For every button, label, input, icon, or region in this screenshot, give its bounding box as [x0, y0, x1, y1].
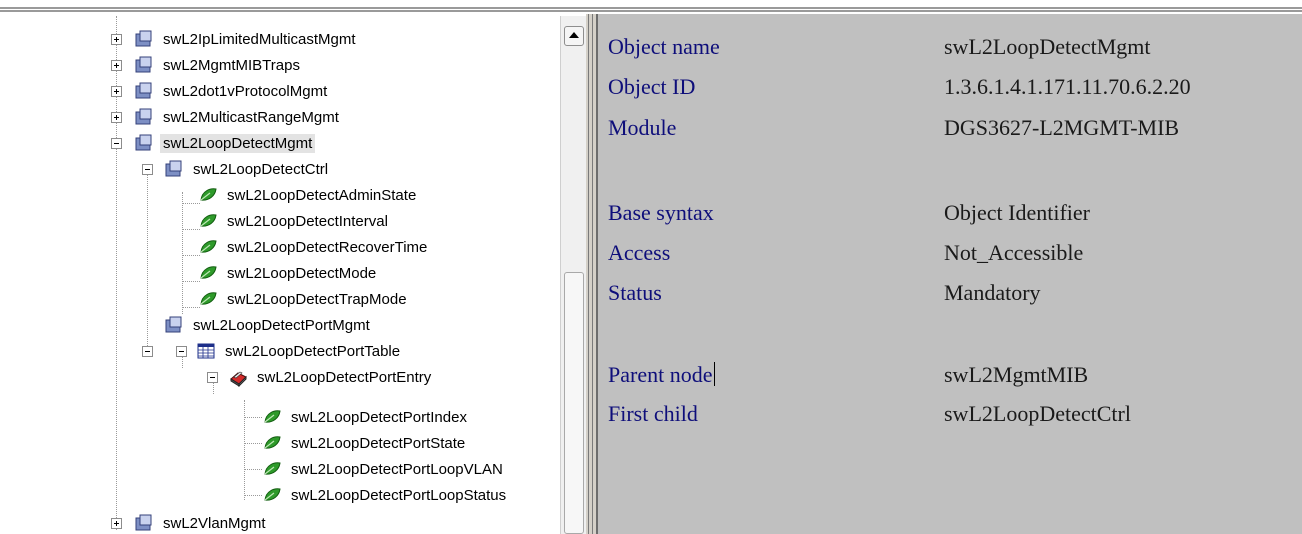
tree-leaf[interactable]: swL2LoopDetectPortLoopStatus: [262, 482, 509, 508]
tree-node[interactable]: swL2MgmtMIBTraps: [134, 52, 303, 78]
tree-node-label: swL2dot1vProtocolMgmt: [163, 82, 328, 100]
object-id-value: 1.3.6.1.4.1.171.11.70.6.2.20: [944, 74, 1191, 99]
tree-leaf[interactable]: swL2LoopDetectMode: [198, 260, 379, 286]
table-icon: [197, 343, 215, 359]
tree-guide-line: [182, 192, 183, 314]
status-value: Mandatory: [944, 280, 1041, 305]
tree-node[interactable]: swL2MulticastRangeMgmt: [134, 104, 342, 130]
access-value: Not_Accessible: [944, 240, 1084, 265]
leaf-icon: [200, 292, 217, 305]
folder-node-icon: [135, 108, 152, 125]
parent-node-row: Parent node: [608, 362, 716, 388]
tree-node-label: swL2LoopDetectAdminState: [227, 186, 417, 204]
object-properties-pane: Object name swL2LoopDetectMgmt Object ID…: [596, 14, 1302, 534]
expand-toggle[interactable]: [111, 34, 122, 45]
tree-leaf[interactable]: swL2LoopDetectRecoverTime: [198, 234, 430, 260]
collapse-toggle[interactable]: [142, 164, 153, 175]
tree-leaf[interactable]: swL2LoopDetectPortState: [262, 430, 468, 456]
leaf-icon: [200, 240, 217, 253]
tree-leaf[interactable]: swL2LoopDetectTrapMode: [198, 286, 410, 312]
tree-node-label: swL2LoopDetectMode: [227, 264, 377, 282]
top-splitter-bar: [0, 0, 1302, 14]
tree-guide-line: [147, 166, 148, 350]
folder-node-icon: [135, 514, 152, 531]
access-label: Access: [608, 240, 671, 265]
folder-node-icon: [135, 30, 152, 47]
expand-toggle[interactable]: [111, 60, 122, 71]
leaf-icon: [264, 462, 281, 475]
tree-node-label: swL2LoopDetectPortLoopStatus: [291, 486, 507, 504]
collapse-toggle[interactable]: [111, 138, 122, 149]
scroll-up-button[interactable]: [564, 26, 584, 46]
tree-guide-line: [244, 400, 245, 500]
tree-guide-line: [244, 443, 262, 444]
leaf-icon: [200, 214, 217, 227]
collapse-toggle[interactable]: [142, 346, 153, 357]
tree-node[interactable]: swL2VlanMgmt: [134, 510, 269, 534]
expand-toggle[interactable]: [111, 518, 122, 529]
tree-leaf[interactable]: swL2LoopDetectInterval: [198, 208, 391, 234]
tree-guide-line: [244, 495, 262, 496]
tree-node-label: swL2LoopDetectPortLoopVLAN: [291, 460, 503, 478]
tree-guide-line: [244, 469, 262, 470]
tree-leaf[interactable]: swL2LoopDetectPortLoopVLAN: [262, 456, 506, 482]
folder-node-icon: [165, 160, 182, 177]
tree-node-label: swL2LoopDetectCtrl: [193, 160, 329, 178]
object-name-value: swL2LoopDetectMgmt: [944, 34, 1151, 59]
parent-node-label: Parent node: [608, 362, 713, 387]
tree-node[interactable]: swL2LoopDetectPortMgmt: [164, 312, 373, 338]
tree-node-label: swL2LoopDetectRecoverTime: [227, 238, 428, 256]
tree-node-label: swL2LoopDetectPortTable: [225, 342, 401, 360]
base-syntax-label: Base syntax: [608, 200, 714, 225]
tree-node-label: swL2LoopDetectPortMgmt: [193, 316, 370, 334]
tree-node[interactable]: swL2LoopDetectPortTable: [196, 338, 403, 364]
pane-splitter[interactable]: [586, 14, 596, 534]
tree-node-label: swL2MulticastRangeMgmt: [163, 108, 339, 126]
base-syntax-value: Object Identifier: [944, 200, 1090, 225]
tree-node[interactable]: swL2IpLimitedMulticastMgmt: [134, 26, 359, 52]
entry-icon: [230, 371, 247, 387]
tree-node-label: swL2LoopDetectPortEntry: [257, 368, 432, 386]
folder-node-icon: [135, 134, 152, 151]
leaf-icon: [264, 436, 281, 449]
expand-toggle[interactable]: [111, 112, 122, 123]
text-cursor: [714, 362, 716, 386]
scrollbar-thumb[interactable]: [564, 272, 584, 534]
tree-node-label: swL2VlanMgmt: [163, 514, 266, 532]
tree-node-label: swL2LoopDetectTrapMode: [227, 290, 407, 308]
collapse-toggle[interactable]: [176, 346, 187, 357]
leaf-icon: [200, 266, 217, 279]
tree-scrollbar[interactable]: [560, 16, 586, 534]
collapse-toggle[interactable]: [207, 372, 218, 383]
tree-node[interactable]: swL2dot1vProtocolMgmt: [134, 78, 330, 104]
tree-node[interactable]: swL2LoopDetectCtrl: [164, 156, 331, 182]
first-child-value: swL2LoopDetectCtrl: [944, 401, 1131, 426]
tree-node-label: swL2IpLimitedMulticastMgmt: [163, 30, 356, 48]
parent-node-value: swL2MgmtMIB: [944, 362, 1089, 387]
tree-node-label: swL2LoopDetectPortIndex: [291, 408, 467, 426]
tree-node-label: swL2LoopDetectPortState: [291, 434, 466, 452]
object-id-label: Object ID: [608, 74, 696, 99]
tree-node-label: swL2LoopDetectInterval: [227, 212, 388, 230]
tree-node[interactable]: swL2LoopDetectPortEntry: [228, 364, 434, 390]
module-label: Module: [608, 115, 677, 140]
folder-node-icon: [135, 56, 152, 73]
tree-guide-line: [244, 417, 262, 418]
first-child-label: First child: [608, 401, 698, 426]
status-label: Status: [608, 280, 662, 305]
leaf-icon: [200, 188, 217, 201]
object-name-label: Object name: [608, 34, 720, 59]
module-value: DGS3627-L2MGMT-MIB: [944, 115, 1180, 140]
leaf-icon: [264, 488, 281, 501]
tree-node-label: swL2LoopDetectMgmt: [160, 133, 316, 153]
mib-tree[interactable]: swL2IpLimitedMulticastMgmt swL2MgmtMIBTr…: [0, 16, 560, 534]
expand-toggle[interactable]: [111, 86, 122, 97]
folder-node-icon: [165, 316, 182, 333]
tree-node-label: swL2MgmtMIBTraps: [163, 56, 300, 74]
folder-node-icon: [135, 82, 152, 99]
tree-leaf[interactable]: swL2LoopDetectAdminState: [198, 182, 419, 208]
tree-leaf[interactable]: swL2LoopDetectPortIndex: [262, 404, 470, 430]
leaf-icon: [264, 410, 281, 423]
tree-node-selected[interactable]: swL2LoopDetectMgmt: [134, 130, 316, 156]
